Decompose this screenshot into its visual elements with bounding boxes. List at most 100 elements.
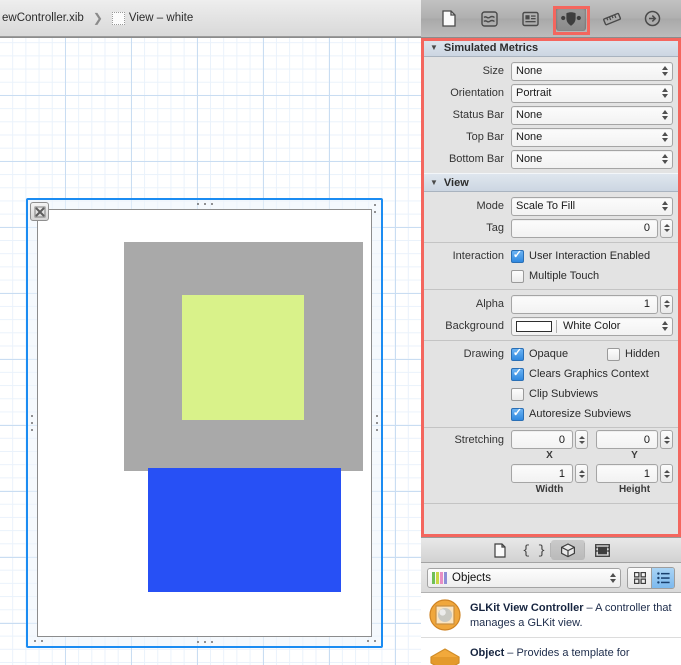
breadcrumb-item-xib[interactable]: ewController.xib <box>2 12 84 24</box>
row-size: Size None <box>421 60 681 82</box>
green-rect[interactable] <box>182 295 304 420</box>
alpha-input[interactable]: 1 <box>511 294 658 314</box>
stretch-height-input[interactable]: 1 <box>596 464 658 483</box>
resize-handle-bottom-left[interactable] <box>34 640 43 642</box>
chevron-updown-icon <box>662 321 668 331</box>
file-template-library-tab[interactable] <box>483 540 517 560</box>
bottom-bar-value: None <box>516 153 543 165</box>
stretch-width-value: 1 <box>558 467 565 480</box>
row-drawing-4: Autoresize Subviews <box>421 404 681 424</box>
library-filter-bar: Objects <box>421 563 681 593</box>
chevron-down-icon[interactable]: ▼ <box>430 43 438 52</box>
view-content-area[interactable] <box>37 209 372 637</box>
attributes-inspector-pane: ▼ Simulated Metrics Size None Orientatio… <box>421 38 681 536</box>
background-color-popup[interactable]: White Color <box>511 316 673 336</box>
grid-view-toggle[interactable] <box>628 567 651 588</box>
checkbox-icon[interactable] <box>511 387 524 401</box>
library-category-popup[interactable]: Objects <box>427 567 621 588</box>
multiple-touch-checkbox[interactable]: Multiple Touch <box>511 269 599 283</box>
media-library-tab[interactable] <box>584 540 619 560</box>
file-inspector-tab[interactable] <box>434 7 464 31</box>
stretching-group: Stretching 0 0 X Y 1 1 Width Height <box>421 427 681 503</box>
mode-popup[interactable]: Scale To Fill <box>511 196 673 216</box>
orientation-value: Portrait <box>516 87 552 99</box>
hidden-checkbox[interactable]: Hidden <box>607 347 660 361</box>
breadcrumb[interactable]: ewController.xib ❯ View – white <box>2 11 193 25</box>
section-title-simulated-metrics: Simulated Metrics <box>443 41 539 54</box>
blue-rect[interactable] <box>148 468 341 592</box>
resize-handle-bottom-right[interactable] <box>367 640 376 642</box>
design-canvas[interactable] <box>0 38 421 665</box>
top-bar-popup[interactable]: None <box>511 127 673 147</box>
library-tab-bar: { } <box>421 538 681 563</box>
autoresize-subviews-checkbox[interactable]: Autoresize Subviews <box>511 407 631 421</box>
stretch-width-input[interactable]: 1 <box>511 464 573 483</box>
breadcrumb-separator-icon: ❯ <box>92 11 103 25</box>
constraint-badge-icon[interactable] <box>30 202 49 221</box>
row-drawing-1: Drawing Opaque Hidden <box>421 344 681 364</box>
alpha-stepper[interactable] <box>660 294 673 314</box>
stretch-width-stepper[interactable] <box>575 464 588 483</box>
size-inspector-tab[interactable] <box>597 7 627 31</box>
resize-handle-top-right[interactable] <box>374 204 376 213</box>
resize-handle-top[interactable] <box>196 203 213 205</box>
stretch-y-input[interactable]: 0 <box>596 430 658 449</box>
checkbox-icon[interactable] <box>511 347 524 361</box>
opaque-checkbox[interactable]: Opaque <box>511 347 607 361</box>
stretch-x-input[interactable]: 0 <box>511 430 573 449</box>
clears-graphics-context-checkbox[interactable]: Clears Graphics Context <box>511 367 649 381</box>
chevron-down-icon[interactable]: ▼ <box>430 178 438 187</box>
library-item-list[interactable]: GLKit View Controller – A controller tha… <box>421 593 681 665</box>
list-item[interactable]: Object – Provides a template for <box>421 638 681 665</box>
stretch-x-stepper[interactable] <box>575 430 588 449</box>
list-item-title: Object <box>470 647 505 659</box>
stretch-height-stepper[interactable] <box>660 464 673 483</box>
clip-subviews-checkbox[interactable]: Clip Subviews <box>511 387 598 401</box>
list-item-text: Object – Provides a template for <box>470 644 630 661</box>
checkbox-icon[interactable] <box>511 249 524 263</box>
checkbox-icon[interactable] <box>511 367 524 381</box>
resize-handle-left[interactable] <box>31 415 33 431</box>
row-orientation: Orientation Portrait <box>421 82 681 104</box>
object-library-tab[interactable] <box>550 540 585 560</box>
label-top-bar: Top Bar <box>466 131 504 143</box>
chevron-updown-icon <box>610 572 616 583</box>
view-mode-group: Mode Scale To Fill Tag 0 <box>421 192 681 242</box>
list-item-text: GLKit View Controller – A controller tha… <box>470 599 673 630</box>
label-bottom-bar: Bottom Bar <box>448 153 504 165</box>
code-snippet-library-tab[interactable]: { } <box>517 540 551 560</box>
resize-handle-right[interactable] <box>376 415 378 431</box>
interaction-group: Interaction User Interaction Enabled Mul… <box>421 242 681 289</box>
stretch-y-stepper[interactable] <box>660 430 673 449</box>
checkbox-icon[interactable] <box>607 347 620 361</box>
stretch-width-cell: 1 <box>511 464 588 483</box>
row-tag: Tag 0 <box>421 217 681 239</box>
attributes-inspector-tab[interactable] <box>556 6 587 31</box>
status-bar-popup[interactable]: None <box>511 105 673 125</box>
connections-inspector-tab[interactable] <box>638 7 668 31</box>
library-view-toggle <box>627 566 675 589</box>
library-bars-icon <box>432 571 447 584</box>
jump-bar: ewController.xib ❯ View – white <box>0 0 421 37</box>
user-interaction-enabled-checkbox[interactable]: User Interaction Enabled <box>511 249 650 263</box>
quick-help-inspector-tab[interactable] <box>475 7 505 31</box>
tag-input[interactable]: 0 <box>511 218 658 238</box>
section-header-view[interactable]: ▼ View <box>421 173 681 192</box>
resize-handle-bottom[interactable] <box>196 641 213 643</box>
label-drawing: Drawing <box>463 348 504 360</box>
checkbox-icon[interactable] <box>511 407 524 421</box>
checkbox-icon[interactable] <box>511 269 524 283</box>
size-popup[interactable]: None <box>511 61 673 81</box>
selected-view-frame[interactable] <box>26 198 383 648</box>
color-swatch-icon[interactable] <box>516 320 552 332</box>
caption-width: Width <box>535 484 564 495</box>
breadcrumb-item-view[interactable]: View – white <box>129 12 193 24</box>
orientation-popup[interactable]: Portrait <box>511 83 673 103</box>
section-header-simulated-metrics[interactable]: ▼ Simulated Metrics <box>421 38 681 57</box>
list-view-toggle[interactable] <box>651 567 674 588</box>
bottom-bar-popup[interactable]: None <box>511 149 673 169</box>
label-background: Background <box>445 320 504 332</box>
tag-stepper[interactable] <box>660 218 673 238</box>
identity-inspector-tab[interactable] <box>516 7 546 31</box>
list-item[interactable]: GLKit View Controller – A controller tha… <box>421 593 681 638</box>
